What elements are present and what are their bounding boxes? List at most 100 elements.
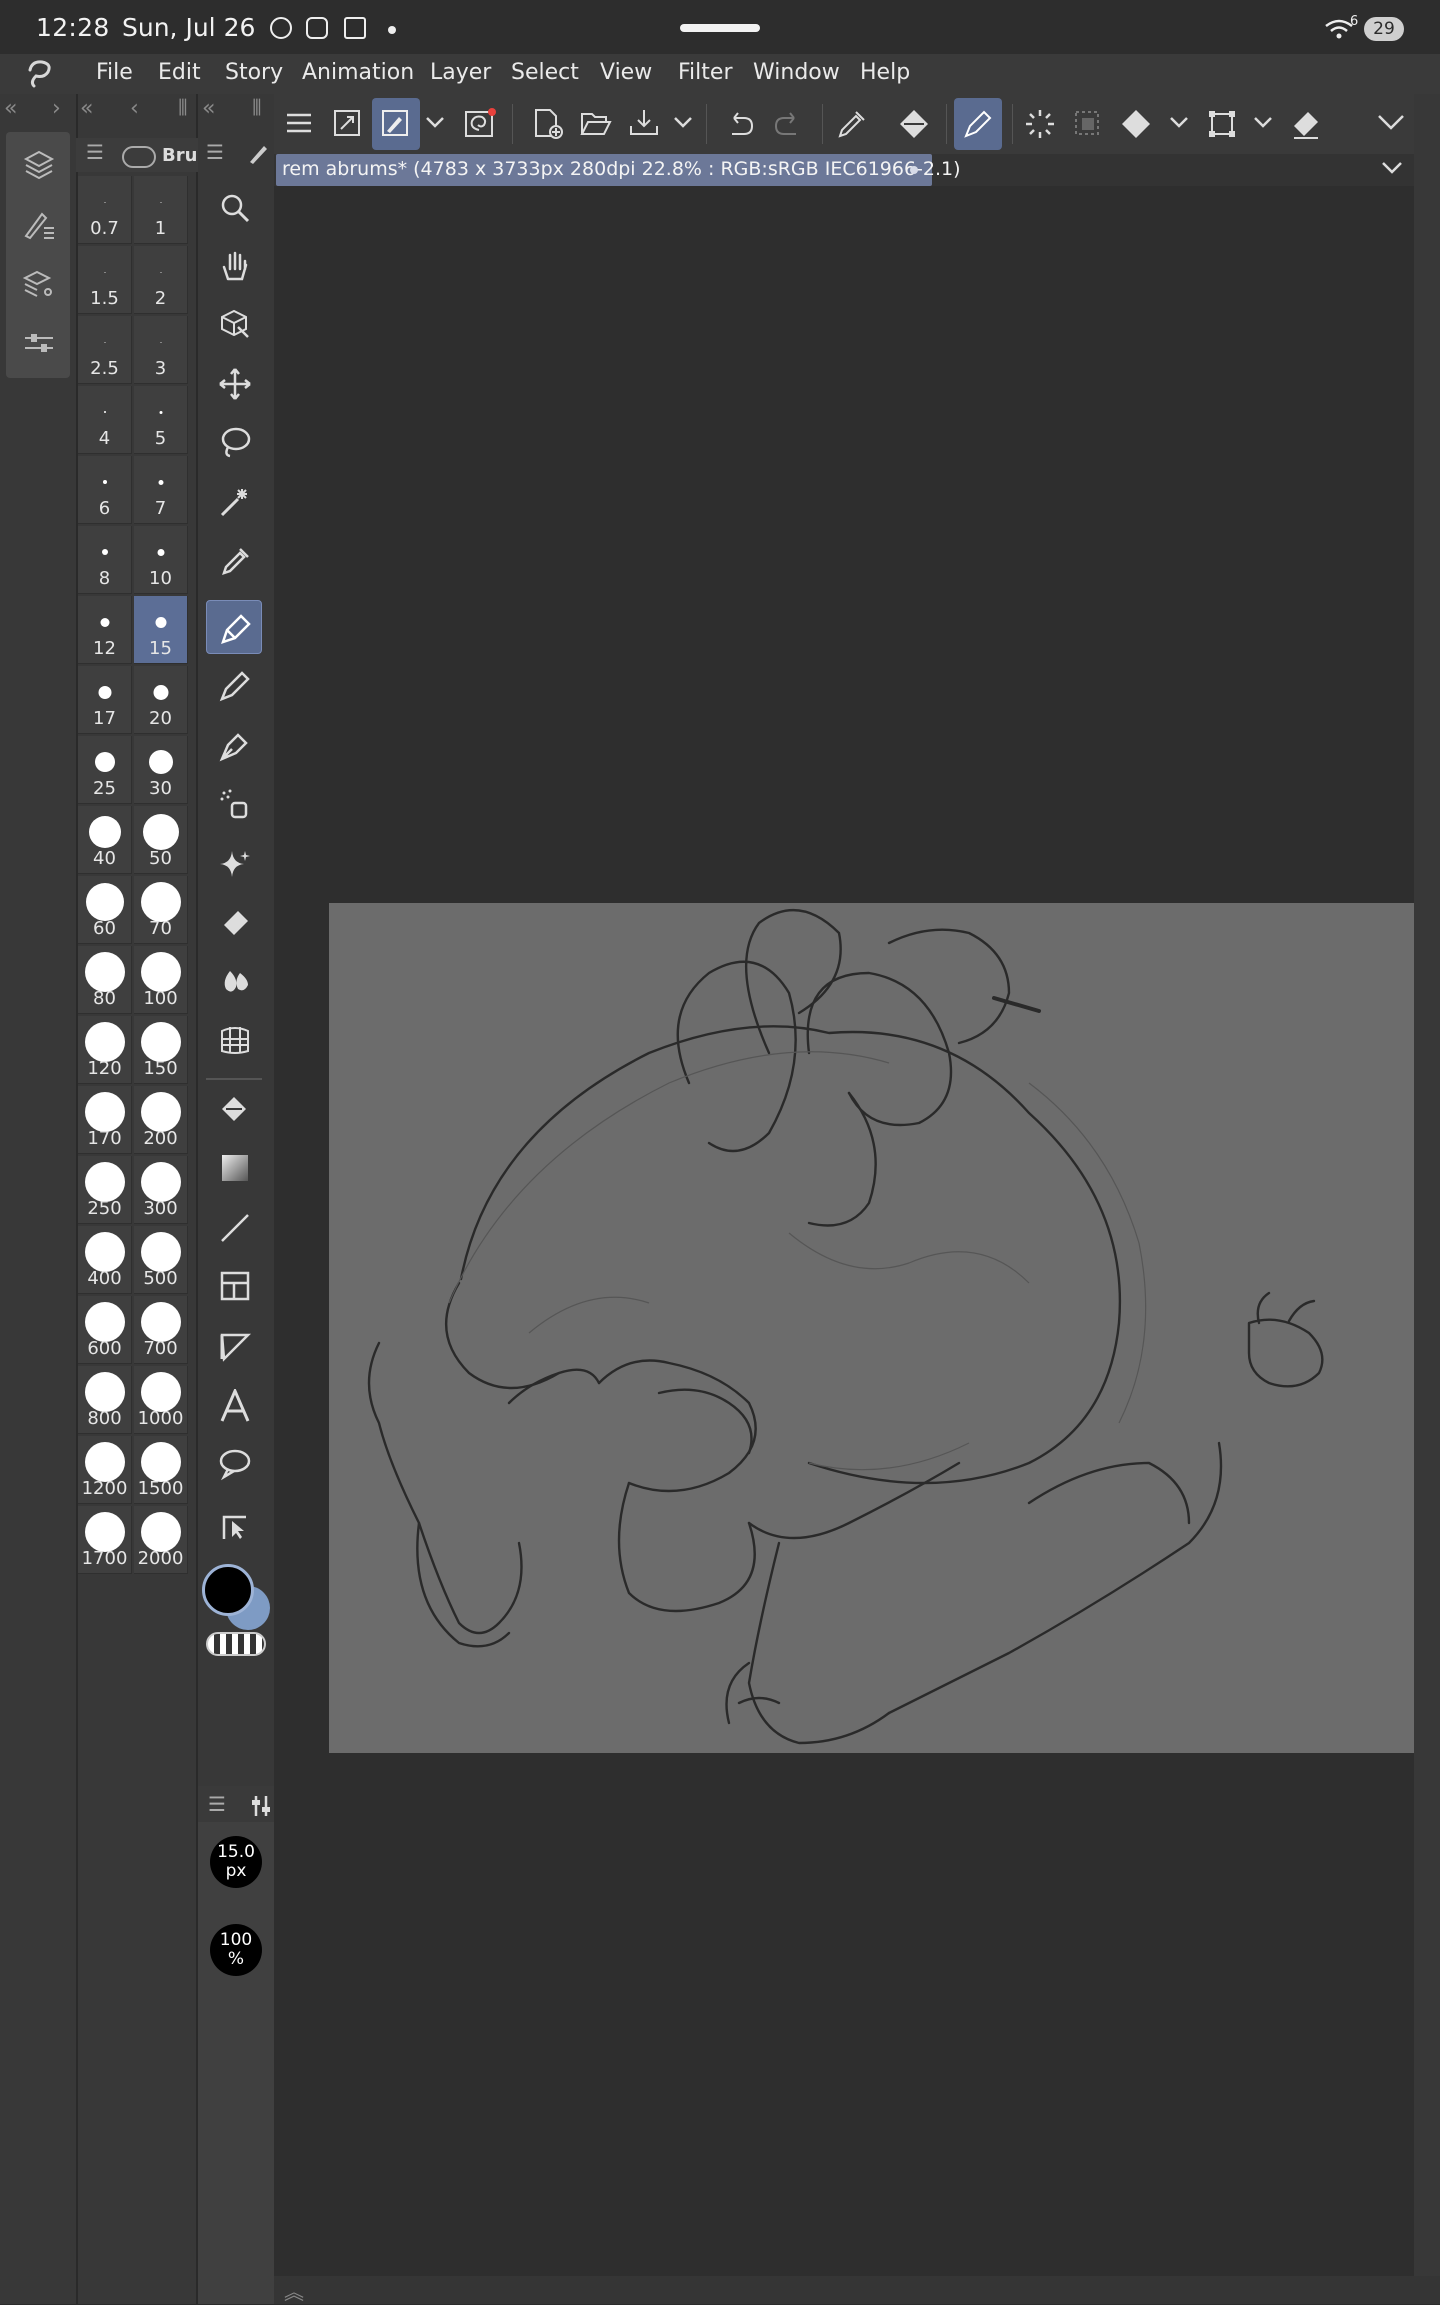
fit-canvas-button[interactable] <box>324 98 372 150</box>
brush-size-option[interactable]: 60 <box>78 876 132 944</box>
brush-size-option[interactable]: 1200 <box>78 1436 132 1504</box>
chevron-up-icon[interactable]: ︽ <box>284 2276 304 2305</box>
brush-size-option[interactable]: 1 <box>134 176 188 244</box>
ruler-tool[interactable] <box>206 1318 262 1372</box>
redo-button[interactable] <box>764 98 812 150</box>
fill-tool[interactable] <box>206 1082 262 1136</box>
brush-size-option[interactable]: 170 <box>78 1086 132 1154</box>
hand-tool[interactable] <box>206 238 262 292</box>
brush-size-option[interactable]: 1700 <box>78 1506 132 1574</box>
panel-menu-icon[interactable]: ☰ <box>208 1792 226 1816</box>
main-color-swatch[interactable] <box>202 1564 254 1616</box>
brush-size-option[interactable]: 500 <box>134 1226 188 1294</box>
deselect-button[interactable] <box>1016 98 1064 150</box>
panel-grip-icon[interactable]: ⦀ <box>252 96 262 121</box>
brush-size-option[interactable]: 80 <box>78 946 132 1014</box>
chevron-left-icon[interactable]: ‹ <box>130 96 139 121</box>
text-tool[interactable] <box>206 1378 262 1432</box>
menu-help[interactable]: Help <box>860 60 910 85</box>
chevron-down-icon[interactable] <box>672 112 694 132</box>
brush-panel-tab[interactable]: Bru <box>162 145 197 166</box>
menu-filter[interactable]: Filter <box>678 60 732 85</box>
menu-edit[interactable]: Edit <box>158 60 201 85</box>
brush-size-option[interactable]: 700 <box>134 1296 188 1364</box>
fill-selection-button[interactable] <box>1112 98 1160 150</box>
chevron-down-icon[interactable] <box>424 112 446 132</box>
brush-size-option[interactable]: 200 <box>134 1086 188 1154</box>
pencil-tool[interactable] <box>206 658 262 712</box>
opacity-value[interactable]: 100% <box>210 1924 262 1976</box>
zoom-tool[interactable] <box>206 180 262 234</box>
brush-size-option[interactable]: 40 <box>78 806 132 874</box>
chevron-down-icon[interactable] <box>1168 112 1190 132</box>
brush-size-option[interactable]: 120 <box>78 1016 132 1084</box>
panel-grip-icon[interactable]: ⦀ <box>178 96 188 121</box>
transparent-color-swatch[interactable] <box>206 1632 266 1656</box>
brush-size-option[interactable]: 4 <box>78 386 132 454</box>
brush-size-option[interactable]: 2000 <box>134 1506 188 1574</box>
brush-size-option[interactable]: 30 <box>134 736 188 804</box>
menu-window[interactable]: Window <box>753 60 840 85</box>
brush-size-option[interactable]: 70 <box>134 876 188 944</box>
balloon-tool[interactable] <box>206 1436 262 1490</box>
chevron-down-icon[interactable] <box>1380 158 1404 178</box>
menu-button[interactable] <box>276 98 324 150</box>
brush-size-option[interactable]: 400 <box>78 1226 132 1294</box>
gradient-tool[interactable] <box>206 1140 262 1194</box>
new-canvas-button[interactable] <box>524 98 572 150</box>
eraser-tool[interactable] <box>206 894 262 948</box>
chevron-down-icon[interactable] <box>1252 112 1274 132</box>
menu-story[interactable]: Story <box>225 60 283 85</box>
snap-button[interactable] <box>456 98 504 150</box>
brush-size-value[interactable]: 15.0 px <box>210 1836 262 1888</box>
panel-menu-icon[interactable]: ☰ <box>86 140 104 164</box>
layers-icon[interactable] <box>22 148 56 182</box>
brush-size-option[interactable]: 5 <box>134 386 188 454</box>
brush-size-option[interactable]: 1500 <box>134 1436 188 1504</box>
frame-tool[interactable] <box>206 1258 262 1312</box>
brush-size-option[interactable]: 0.7 <box>78 176 132 244</box>
mesh-tool[interactable] <box>206 1012 262 1066</box>
object-tool[interactable] <box>206 296 262 350</box>
brush-settings-icon[interactable] <box>22 208 56 242</box>
menu-layer[interactable]: Layer <box>430 60 491 85</box>
sliders-icon[interactable] <box>22 326 56 360</box>
open-button[interactable] <box>572 98 620 150</box>
brush-size-option[interactable]: 25 <box>78 736 132 804</box>
transform-button[interactable] <box>1198 98 1246 150</box>
airbrush-tool[interactable] <box>206 776 262 830</box>
clear-button[interactable] <box>1282 98 1330 150</box>
menu-view[interactable]: View <box>600 60 652 85</box>
home-indicator[interactable] <box>680 24 760 32</box>
layer-properties-icon[interactable] <box>22 268 56 302</box>
blend-tool[interactable] <box>206 952 262 1006</box>
brush-size-option[interactable]: 20 <box>134 666 188 734</box>
lasso-tool[interactable] <box>206 414 262 468</box>
decoration-tool[interactable] <box>206 836 262 890</box>
brush-size-option[interactable]: 7 <box>134 456 188 524</box>
brush-shape-icon[interactable] <box>122 146 156 168</box>
brush-size-option[interactable]: 15 <box>134 596 188 664</box>
brush-size-option[interactable]: 10 <box>134 526 188 594</box>
eyedropper-tool[interactable] <box>206 532 262 586</box>
canvas-paper[interactable] <box>329 903 1414 1753</box>
brush-size-option[interactable]: 2.5 <box>78 316 132 384</box>
collapse-left-icon[interactable]: « <box>4 96 17 121</box>
brush-size-option[interactable]: 1.5 <box>78 246 132 314</box>
brush-size-option[interactable]: 250 <box>78 1156 132 1224</box>
pen-tab-icon[interactable] <box>246 142 270 166</box>
brush-size-option[interactable]: 300 <box>134 1156 188 1224</box>
tool-settings-icon[interactable] <box>250 1794 272 1818</box>
brush-size-option[interactable]: 150 <box>134 1016 188 1084</box>
brush-size-option[interactable]: 8 <box>78 526 132 594</box>
brush-size-option[interactable]: 50 <box>134 806 188 874</box>
expand-right-icon[interactable]: › <box>52 96 61 121</box>
brush-tool[interactable] <box>206 718 262 772</box>
collapse-left-icon[interactable]: « <box>80 96 93 121</box>
brush-size-option[interactable]: 600 <box>78 1296 132 1364</box>
brush-size-option[interactable]: 1000 <box>134 1366 188 1434</box>
brush-size-option[interactable]: 17 <box>78 666 132 734</box>
correct-line-tool[interactable] <box>206 1496 262 1550</box>
move-tool[interactable] <box>206 356 262 410</box>
panel-menu-icon[interactable]: ☰ <box>206 140 224 164</box>
